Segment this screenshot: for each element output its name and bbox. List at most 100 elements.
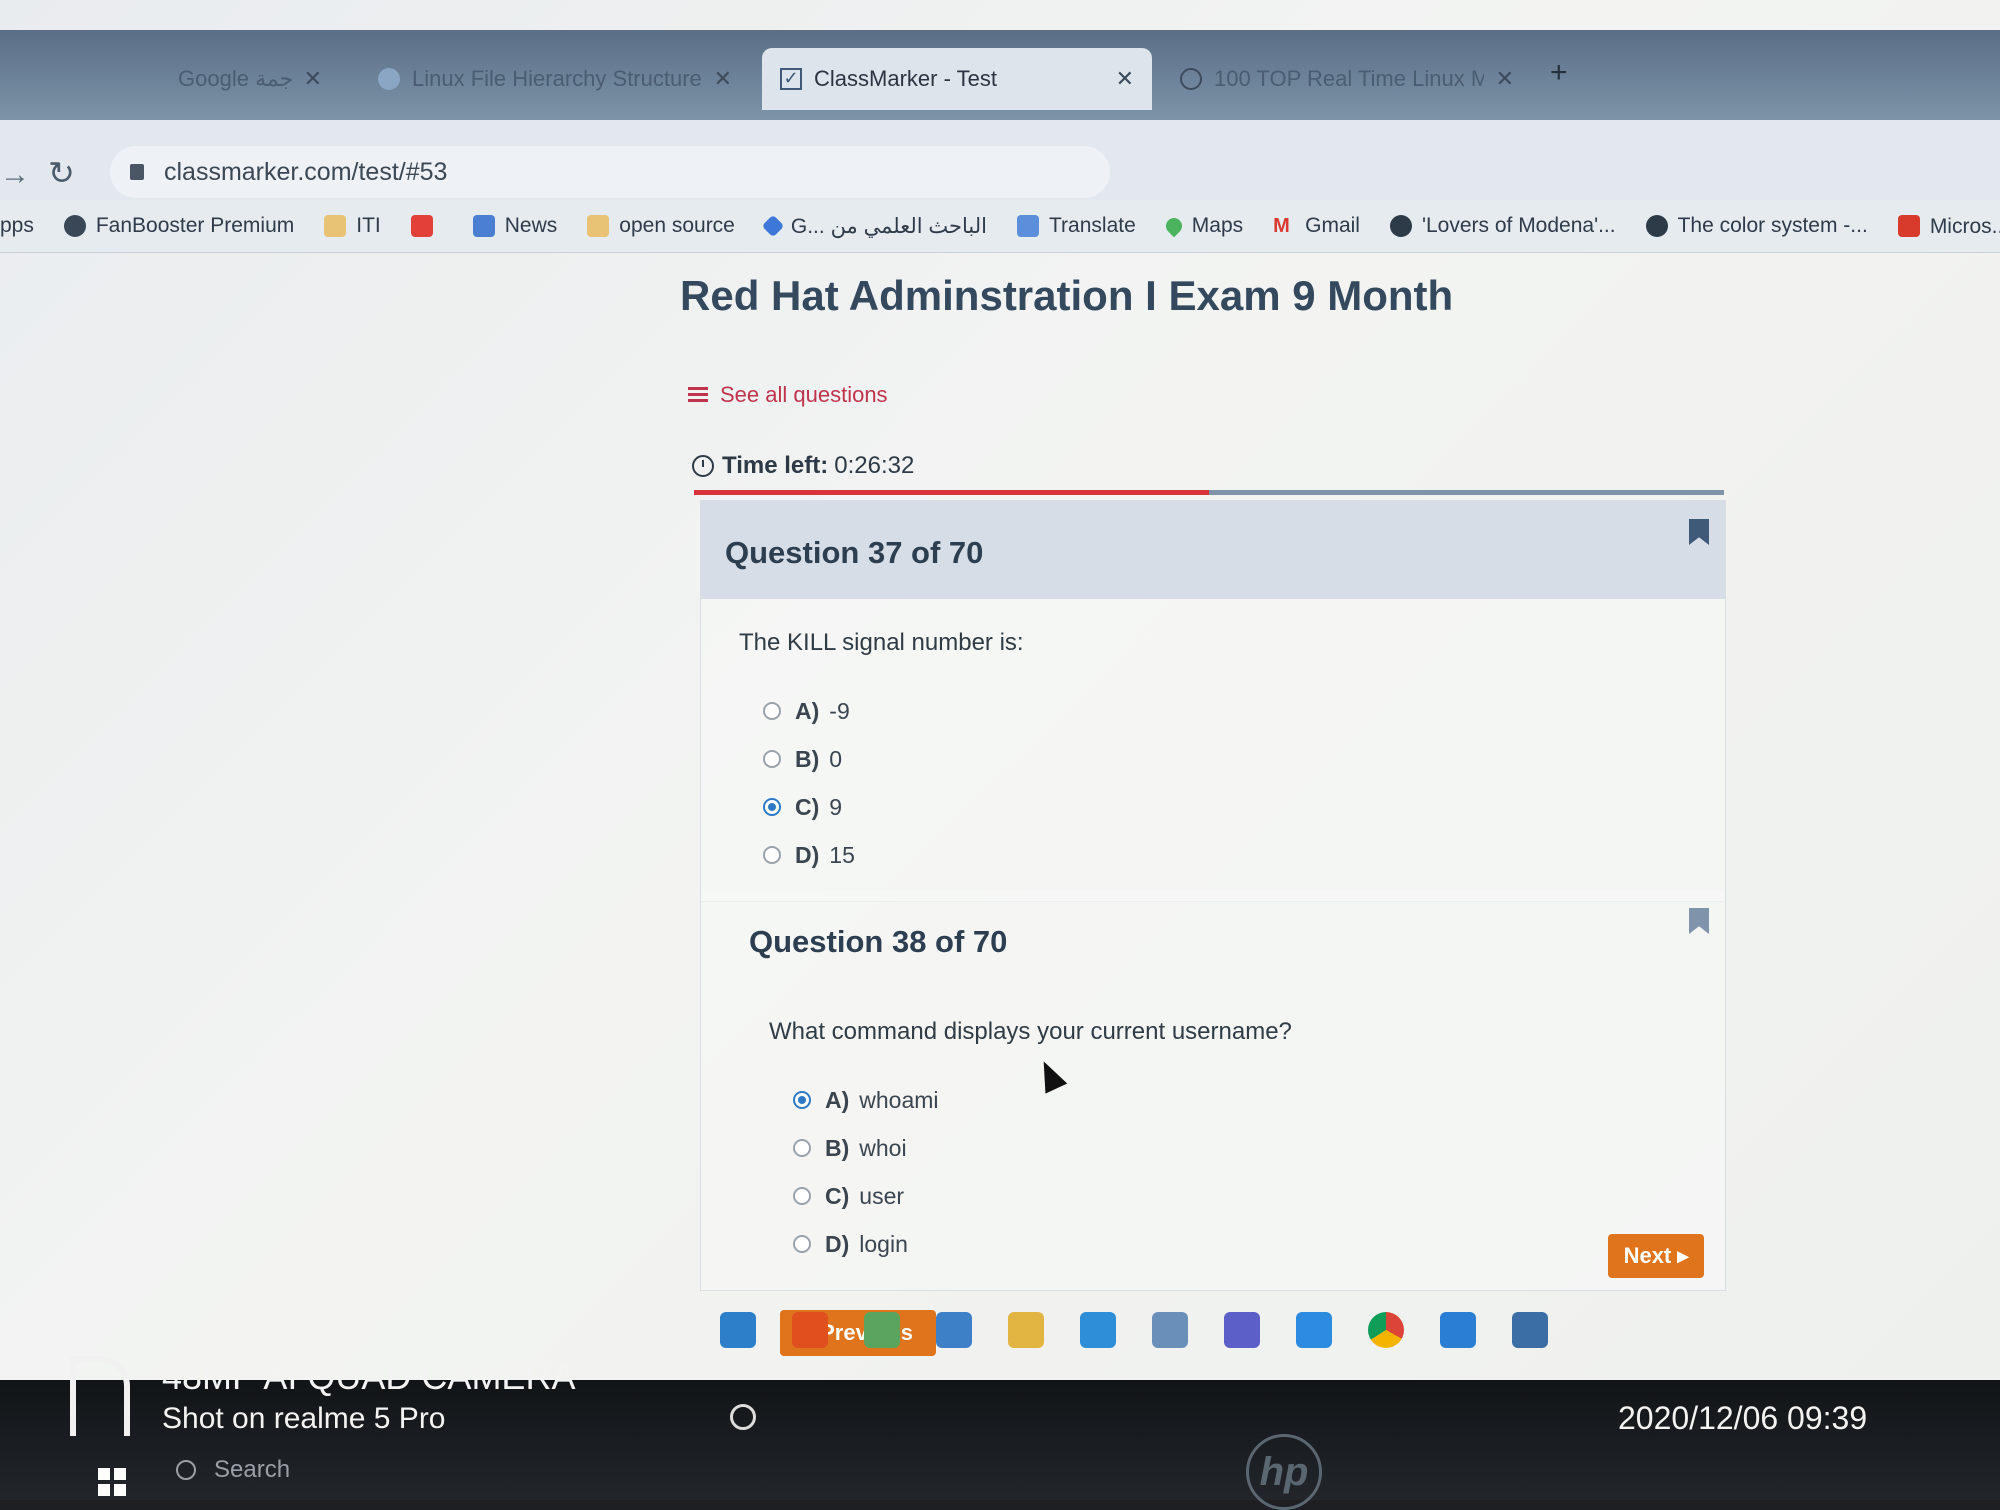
option-text: whoi [859, 1134, 907, 1161]
answer-option[interactable]: C) user [793, 1172, 1725, 1220]
bookmarks-bar: pps FanBooster Premium ITI News open sou… [0, 200, 2000, 253]
app-icon[interactable] [1080, 1312, 1116, 1348]
option-text: -9 [829, 697, 850, 724]
tab-linux-file-hierarchy[interactable]: Linux File Hierarchy Structure - G ✕ [360, 48, 750, 110]
question-title: Question 37 of 70 [725, 535, 984, 570]
question-header: Question 38 of 70 [701, 890, 1725, 988]
app-icon[interactable] [864, 1312, 900, 1348]
office-icon[interactable] [792, 1312, 828, 1348]
bookmark-label: The color system -... [1677, 214, 1868, 237]
bookmark-label: News [504, 214, 558, 237]
bookmark-color-system[interactable]: The color system -... [1645, 214, 1868, 238]
bookmark-maps[interactable]: Maps [1162, 214, 1244, 238]
vscode-icon[interactable] [1440, 1312, 1476, 1348]
hp-logo-icon: hp [1246, 1434, 1322, 1510]
bookmark-youtube[interactable] [410, 215, 443, 237]
answer-option[interactable]: A) -9 [763, 687, 1725, 735]
option-letter: C) [825, 1182, 850, 1209]
cortana-icon[interactable] [730, 1404, 756, 1430]
radio-button[interactable] [763, 702, 781, 720]
teams-icon[interactable] [1224, 1312, 1260, 1348]
translate-icon [1017, 215, 1039, 237]
screen: Google ترجمة ✕ Linux File Hierarchy Stru… [0, 0, 2000, 1510]
option-text: 15 [829, 841, 855, 868]
bookmark-label: Gmail [1305, 214, 1360, 237]
bookmark-lovers-of-modena[interactable]: 'Lovers of Modena'... [1389, 214, 1616, 238]
bookmark-label: Maps [1191, 214, 1244, 237]
see-all-questions-link[interactable]: See all questions [688, 382, 888, 408]
option-letter: A) [825, 1086, 850, 1113]
bookmark-open-source[interactable]: open source [587, 214, 735, 238]
address-bar[interactable]: classmarker.com/test/#53 [110, 146, 1110, 198]
scholar-icon [761, 214, 785, 238]
bookmark-apps[interactable]: pps [0, 214, 34, 238]
bookmark-gmail[interactable]: M Gmail [1273, 214, 1360, 238]
answer-option[interactable]: B) whoi [793, 1124, 1725, 1172]
close-icon[interactable]: ✕ [1116, 66, 1134, 92]
chrome-icon[interactable] [1368, 1312, 1404, 1348]
search-icon [176, 1460, 196, 1480]
file-explorer-icon[interactable] [1008, 1312, 1044, 1348]
radio-button[interactable] [793, 1139, 811, 1157]
question-card: Question 37 of 70 The KILL signal number… [700, 500, 1726, 902]
question-card: Question 38 of 70 What command displays … [700, 890, 1726, 1291]
answer-option[interactable]: D) 15 [763, 831, 1725, 879]
time-progress-fill [694, 490, 1209, 495]
close-icon[interactable]: ✕ [304, 66, 322, 92]
bookmark-microsoft-office[interactable]: Micros... برامج [1897, 214, 2000, 239]
answer-option[interactable]: B) 0 [763, 735, 1725, 783]
bookmark-label: ITI [356, 214, 381, 237]
maps-pin-icon [1162, 214, 1186, 238]
time-progress-bar [694, 490, 1724, 495]
bookmark-icon[interactable] [1689, 908, 1709, 934]
bookmark-fanbooster[interactable]: FanBooster Premium [63, 214, 294, 238]
tab-google-translate[interactable]: Google ترجمة ✕ [160, 48, 340, 110]
time-left-value: 0:26:32 [834, 452, 915, 479]
bookmark-google-scholar[interactable]: G... الباحث العلمي من [761, 214, 987, 239]
close-icon[interactable]: ✕ [1496, 66, 1514, 92]
python-icon[interactable] [1512, 1312, 1548, 1348]
tab-linux-multiple-choice[interactable]: 100 TOP Real Time Linux Multiple ✕ [1162, 48, 1532, 110]
windows-start-icon[interactable] [98, 1468, 126, 1496]
tab-classmarker[interactable]: ✓ ClassMarker - Test ✕ [762, 48, 1152, 110]
option-letter: B) [825, 1134, 850, 1161]
bookmark-iti[interactable]: ITI [324, 214, 381, 238]
app-icon[interactable] [1152, 1312, 1188, 1348]
radio-button[interactable] [793, 1235, 811, 1253]
app-icon[interactable] [936, 1312, 972, 1348]
zoom-icon[interactable] [1296, 1312, 1332, 1348]
radio-button[interactable] [763, 798, 781, 816]
windows-taskbar [0, 1380, 2000, 1500]
answer-option[interactable]: A) whoami [793, 1076, 1725, 1124]
globe-icon [1180, 68, 1202, 90]
taskbar-icons [720, 1300, 1584, 1360]
snipping-icon[interactable] [720, 1312, 756, 1348]
answer-options: A) -9 B) 0 C) 9 D) 15 [701, 687, 1725, 879]
google-news-icon [472, 215, 495, 237]
reload-icon[interactable]: ↻ [48, 154, 75, 192]
list-icon [688, 387, 708, 403]
option-letter: A) [795, 697, 820, 724]
forward-arrow-icon[interactable]: → [0, 158, 30, 192]
radio-button[interactable] [763, 750, 781, 768]
bookmark-translate[interactable]: Translate [1017, 214, 1136, 238]
radio-button[interactable] [793, 1091, 811, 1109]
next-button[interactable]: Next ▸ [1608, 1234, 1704, 1278]
new-tab-button[interactable]: + [1550, 56, 1568, 90]
question-text: What command displays your current usern… [769, 1018, 1292, 1045]
time-left: Time left: 0:26:32 [692, 452, 914, 480]
radio-button[interactable] [763, 846, 781, 864]
option-text: user [859, 1182, 905, 1209]
answer-option[interactable]: D) login [793, 1220, 1725, 1268]
taskbar-search[interactable]: Search [176, 1456, 290, 1484]
bookmark-icon[interactable] [1689, 519, 1709, 545]
close-icon[interactable]: ✕ [714, 66, 732, 92]
answer-options: A) whoami B) whoi C) user D) login [701, 1076, 1725, 1268]
answer-option[interactable]: C) 9 [763, 783, 1725, 831]
url-text: classmarker.com/test/#53 [164, 157, 448, 186]
question-text: The KILL signal number is: [739, 629, 1024, 656]
bookmark-news[interactable]: News [472, 214, 558, 238]
fanbooster-icon [63, 215, 86, 237]
radio-button[interactable] [793, 1187, 811, 1205]
tab-label: ClassMarker - Test [814, 66, 997, 91]
